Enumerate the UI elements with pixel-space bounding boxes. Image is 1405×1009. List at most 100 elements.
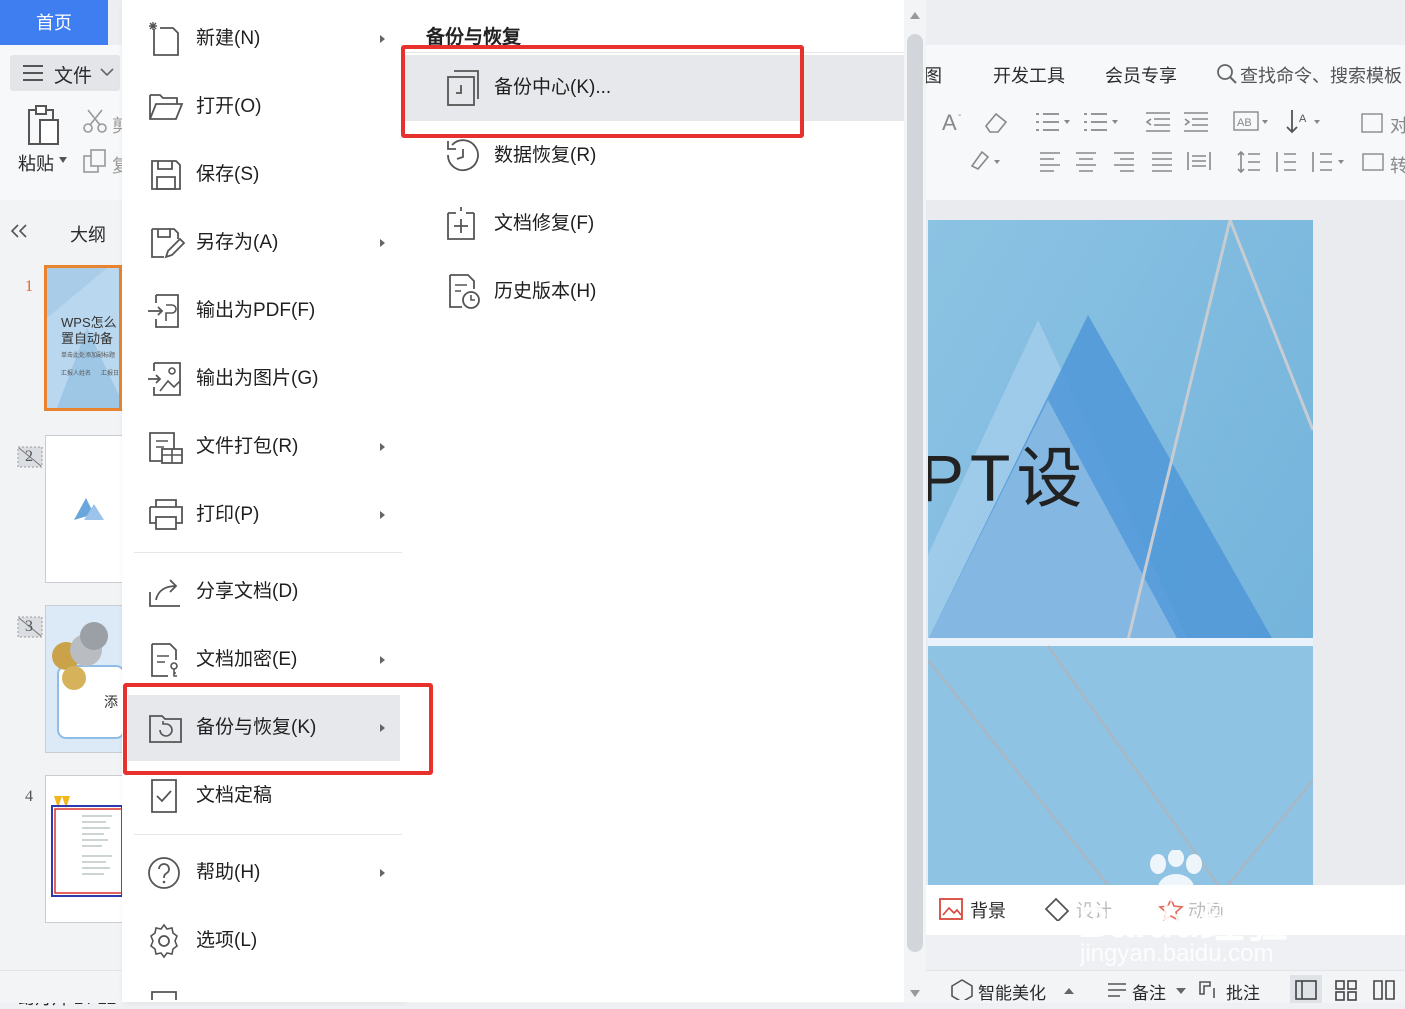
search-input[interactable]: 查找命令、搜索模板 bbox=[1240, 62, 1402, 88]
bullet-list-icon[interactable] bbox=[1034, 110, 1074, 134]
font-size-decrease-icon[interactable]: A- bbox=[940, 108, 970, 136]
align-left-icon[interactable] bbox=[1038, 150, 1062, 172]
chevron-right-icon bbox=[378, 31, 388, 47]
comments-button[interactable]: 批注 bbox=[1226, 979, 1260, 1004]
slide-thumbnail-3[interactable]: 添 bbox=[45, 605, 124, 753]
slide-thumbnail-4[interactable] bbox=[45, 775, 124, 923]
smart-beautify-icon[interactable] bbox=[950, 978, 974, 1000]
menu-item-label: 新建(N) bbox=[196, 28, 261, 49]
slide-number: 1 bbox=[25, 278, 33, 295]
svg-text:-: - bbox=[958, 110, 961, 121]
tab-member-exclusive[interactable]: 会员专享 bbox=[1105, 62, 1177, 88]
increase-indent-icon[interactable] bbox=[1182, 110, 1210, 134]
tab-developer-tools[interactable]: 开发工具 bbox=[993, 62, 1065, 88]
line-spacing-icon[interactable] bbox=[1236, 150, 1262, 174]
grid-view-icon[interactable] bbox=[1334, 979, 1358, 1001]
background-icon[interactable] bbox=[938, 897, 964, 921]
align-center-icon[interactable] bbox=[1074, 150, 1098, 172]
menu-item-export-image[interactable]: 输出为图片(G) bbox=[122, 346, 402, 412]
scrollbar-thumb[interactable] bbox=[907, 34, 923, 952]
menu-item-label: 文件打包(R) bbox=[196, 436, 299, 457]
svg-text:A: A bbox=[1299, 113, 1307, 125]
notes-icon[interactable] bbox=[1106, 980, 1128, 1000]
align-text-icon[interactable] bbox=[1358, 110, 1384, 134]
folder-open-icon bbox=[146, 89, 186, 125]
menu-item-help[interactable]: 帮助(H) bbox=[122, 840, 402, 906]
right-partial-label-2: 转 bbox=[1390, 156, 1405, 176]
submenu-item-history-version[interactable]: 历史版本(H) bbox=[404, 259, 904, 325]
normal-view-icon[interactable] bbox=[1290, 975, 1322, 1003]
justify-icon[interactable] bbox=[1150, 150, 1174, 172]
numbered-list-icon[interactable] bbox=[1082, 110, 1122, 134]
submenu-item-doc-repair[interactable]: 文档修复(F) bbox=[404, 191, 904, 257]
text-style-icon[interactable]: AB bbox=[1232, 110, 1272, 134]
background-button[interactable]: 背景 bbox=[970, 897, 1006, 923]
eraser-icon[interactable] bbox=[982, 110, 1010, 134]
print-icon bbox=[146, 497, 186, 533]
sort-icon[interactable]: A bbox=[1284, 108, 1324, 136]
paste-icon[interactable] bbox=[26, 104, 62, 148]
text-direction-icon[interactable] bbox=[1308, 150, 1348, 174]
current-slide[interactable]: PT设 bbox=[928, 220, 1313, 885]
slide-number: 4 bbox=[25, 788, 33, 805]
paragraph-spacing-icon[interactable] bbox=[1272, 150, 1298, 174]
exit-icon bbox=[146, 990, 186, 1002]
menu-item-save-as[interactable]: 另存为(A) bbox=[122, 210, 402, 276]
file-menu-label: 文件 bbox=[54, 66, 93, 87]
decrease-indent-icon[interactable] bbox=[1144, 110, 1172, 134]
slide-number: 3 bbox=[25, 618, 33, 635]
menu-item-open[interactable]: 打开(O) bbox=[122, 74, 402, 140]
chevron-right-icon bbox=[378, 865, 388, 881]
right-partial-label-1: 对 bbox=[1390, 116, 1405, 136]
save-as-icon bbox=[146, 225, 186, 261]
submenu-item-label: 文档修复(F) bbox=[494, 213, 595, 234]
copy-icon[interactable] bbox=[82, 148, 108, 174]
slide-thumbnail-2[interactable] bbox=[45, 435, 124, 583]
reading-view-icon[interactable] bbox=[1372, 979, 1396, 1001]
tab-home[interactable]: 首页 bbox=[0, 0, 108, 45]
menu-item-options[interactable]: 选项(L) bbox=[122, 908, 402, 974]
caret-down-icon[interactable] bbox=[1176, 988, 1186, 994]
chevron-down-icon bbox=[100, 68, 114, 78]
slide-number: 2 bbox=[25, 448, 33, 465]
design-icon[interactable] bbox=[1044, 897, 1072, 921]
encrypt-icon bbox=[146, 642, 186, 678]
menu-item-new[interactable]: 新建(N) bbox=[122, 6, 402, 72]
thumb-subtitle: 单击此处添加副标题 bbox=[61, 353, 116, 359]
chevron-right-icon bbox=[378, 439, 388, 455]
outline-tab[interactable]: 大纲 bbox=[70, 221, 106, 247]
menu-item-save[interactable]: 保存(S) bbox=[122, 142, 402, 208]
highlight-color-icon[interactable] bbox=[966, 148, 1006, 174]
menu-item-print[interactable]: 打印(P) bbox=[122, 482, 402, 548]
settings-gear-icon bbox=[146, 923, 186, 959]
export-image-icon bbox=[146, 361, 186, 397]
search-icon[interactable] bbox=[1216, 63, 1238, 85]
thumb-footer: 汇报日 bbox=[101, 371, 120, 377]
scroll-down-arrow-icon[interactable] bbox=[910, 990, 920, 998]
align-right-icon[interactable] bbox=[1112, 150, 1136, 172]
cut-icon[interactable] bbox=[82, 108, 108, 134]
file-menu: 新建(N) 打开(O) 保存(S) 另存为(A) 输出为PDF(F) 输出为图片… bbox=[122, 0, 404, 1002]
menu-divider bbox=[134, 552, 402, 553]
menu-item-label: 选项(L) bbox=[196, 930, 258, 951]
scroll-up-arrow-icon[interactable] bbox=[910, 11, 920, 19]
menu-item-package[interactable]: 文件打包(R) bbox=[122, 414, 402, 480]
data-restore-icon bbox=[444, 137, 482, 175]
distribute-icon[interactable] bbox=[1186, 150, 1212, 172]
menu-item-label: 保存(S) bbox=[196, 164, 260, 185]
smart-beautify-button[interactable]: 智能美化 bbox=[978, 979, 1046, 1004]
menu-item-export-pdf[interactable]: 输出为PDF(F) bbox=[122, 278, 402, 344]
menu-item-label: 输出为PDF(F) bbox=[196, 300, 316, 321]
convert-icon[interactable] bbox=[1360, 150, 1386, 174]
paste-button[interactable]: 粘贴 bbox=[18, 150, 54, 176]
notes-button[interactable]: 备注 bbox=[1132, 979, 1166, 1004]
slide-thumbnail-1[interactable]: WPS怎么 置自动备 单击此处添加副标题 汇报人姓名 汇报日 bbox=[44, 265, 122, 411]
menu-item-exit[interactable] bbox=[122, 976, 402, 1002]
comment-icon[interactable] bbox=[1198, 980, 1220, 1000]
menu-item-share[interactable]: 分享文档(D) bbox=[122, 559, 402, 625]
slide-title: PT设 bbox=[928, 441, 1089, 515]
file-menu-button[interactable]: 文件 bbox=[10, 55, 120, 91]
caret-up-icon[interactable] bbox=[1064, 988, 1074, 994]
double-chevron-left-icon[interactable] bbox=[10, 223, 28, 239]
dropdown-arrow-icon[interactable] bbox=[59, 157, 67, 163]
